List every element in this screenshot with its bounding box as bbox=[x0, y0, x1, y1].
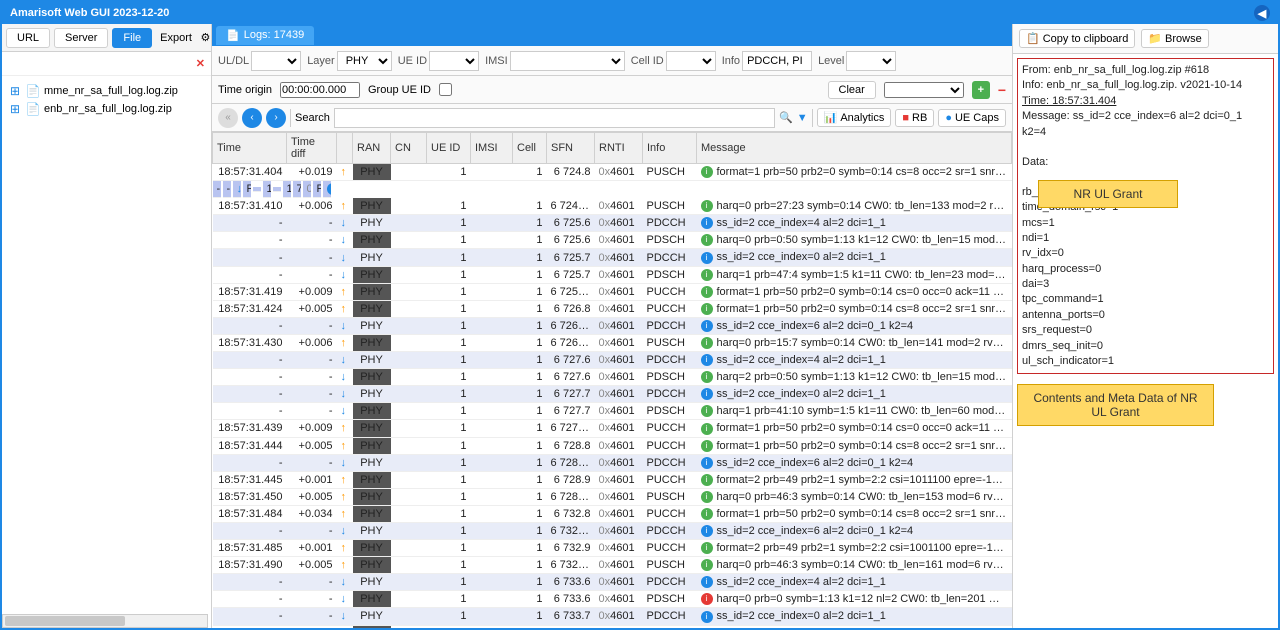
table-row[interactable]: 18:57:31.490+0.005↑PHY116 732.190x4601PU… bbox=[213, 557, 1012, 574]
table-row[interactable]: 18:57:31.485+0.001↑PHY116 732.90x4601PUC… bbox=[213, 540, 1012, 557]
collapse-left-icon[interactable]: ◀ bbox=[1254, 5, 1270, 21]
tab-file[interactable]: File bbox=[112, 28, 152, 48]
logs-tab[interactable]: 📄 Logs: 17439 bbox=[216, 26, 314, 45]
analytics-button[interactable]: 📊Analytics bbox=[817, 108, 892, 127]
column-header[interactable]: RNTI bbox=[595, 133, 643, 164]
file-icon: 📄 bbox=[26, 102, 40, 116]
tab-server[interactable]: Server bbox=[54, 28, 108, 48]
info-input[interactable] bbox=[742, 51, 812, 71]
browse-button[interactable]: 📁Browse bbox=[1141, 29, 1208, 48]
table-row[interactable]: --↓PHY116 733.60x4601PDSCHiharq=0 prb=0 … bbox=[213, 591, 1012, 608]
file-icon: 📄 bbox=[26, 84, 40, 98]
expand-icon: ⊞ bbox=[8, 102, 22, 116]
folder-icon: 📁 bbox=[1148, 32, 1162, 45]
clipboard-icon: 📋 bbox=[1026, 32, 1040, 45]
add-icon[interactable]: + bbox=[972, 81, 990, 99]
cellid-select[interactable] bbox=[666, 51, 716, 71]
table-row[interactable]: --↓PHY116 733.60x4601PDCCHiss_id=2 cce_i… bbox=[213, 574, 1012, 591]
export-button[interactable]: Export bbox=[152, 29, 200, 47]
tree-filter-input[interactable] bbox=[8, 58, 196, 70]
table-row[interactable]: 18:57:31.444+0.005↑PHY116 728.80x4601PUC… bbox=[213, 437, 1012, 454]
annotation-grant: NR UL Grant bbox=[1038, 180, 1178, 208]
column-header[interactable]: IMSI bbox=[471, 133, 513, 164]
nav-next-icon[interactable]: › bbox=[266, 108, 286, 128]
table-row[interactable]: 18:57:31.484+0.034↑PHY116 732.80x4601PUC… bbox=[213, 505, 1012, 522]
table-row[interactable]: --↓PHY116 732.150x4601PDCCHiss_id=2 cce_… bbox=[213, 522, 1012, 539]
expand-icon: ⊞ bbox=[8, 84, 22, 98]
uldl-select[interactable] bbox=[251, 51, 301, 71]
column-header[interactable]: Cell bbox=[513, 133, 547, 164]
table-row[interactable]: --↓PHY116 733.70x4601PDSCHiharq=1 prb=0 … bbox=[213, 625, 1012, 628]
table-row[interactable]: 18:57:31.404+0.019↑PHY116 724.80x4601PUS… bbox=[213, 164, 1012, 181]
table-row[interactable]: --↓PHY116 727.70x4601PDCCHiss_id=2 cce_i… bbox=[213, 386, 1012, 403]
column-header[interactable]: SFN bbox=[547, 133, 595, 164]
layer-select[interactable]: PHY bbox=[337, 51, 392, 71]
table-row[interactable]: --↓PHY116 727.60x4601PDSCHiharq=2 prb=0:… bbox=[213, 369, 1012, 386]
table-row[interactable]: 18:57:31.445+0.001↑PHY116 728.90x4601PUC… bbox=[213, 471, 1012, 488]
search-input[interactable] bbox=[334, 108, 775, 128]
column-header[interactable]: RAN bbox=[353, 133, 391, 164]
nav-prev-icon[interactable]: ‹ bbox=[242, 108, 262, 128]
column-header[interactable]: Time diff bbox=[287, 133, 337, 164]
table-row[interactable]: 18:57:31.410+0.006↑PHY116 724.190x4601PU… bbox=[213, 198, 1012, 215]
column-header[interactable]: Time bbox=[213, 133, 287, 164]
table-row[interactable]: --↓PHY116 725.70x4601PDSCHiharq=1 prb=47… bbox=[213, 266, 1012, 283]
clear-button[interactable]: Clear bbox=[828, 81, 876, 99]
tree-item[interactable]: ⊞📄mme_nr_sa_full_log.log.zip bbox=[8, 82, 205, 100]
level-select[interactable] bbox=[846, 51, 896, 71]
remove-icon[interactable]: − bbox=[998, 82, 1006, 98]
detail-panel: From: enb_nr_sa_full_log.log.zip #618 In… bbox=[1017, 58, 1274, 374]
column-header[interactable] bbox=[337, 133, 353, 164]
ueid-select[interactable] bbox=[429, 51, 479, 71]
table-row[interactable]: --↓PHY116 727.70x4601PDSCHiharq=1 prb=41… bbox=[213, 403, 1012, 420]
clear-select[interactable] bbox=[884, 82, 964, 98]
table-row[interactable]: --↓PHY116 727.60x4601PDCCHiss_id=2 cce_i… bbox=[213, 352, 1012, 369]
column-header[interactable]: Info bbox=[643, 133, 697, 164]
column-header[interactable]: Message bbox=[697, 133, 1012, 164]
table-row[interactable]: --↓PHY116 728.150x4601PDCCHiss_id=2 cce_… bbox=[213, 454, 1012, 471]
document-icon: 📄 bbox=[226, 29, 240, 42]
table-row[interactable]: 18:57:31.419+0.009↑PHY116 725.180x4601PU… bbox=[213, 283, 1012, 300]
groupue-checkbox[interactable] bbox=[439, 83, 452, 96]
table-row[interactable]: --↓PHY116 725.70x4601PDCCHiss_id=2 cce_i… bbox=[213, 249, 1012, 266]
copy-button[interactable]: 📋Copy to clipboard bbox=[1019, 29, 1135, 48]
timeorigin-input[interactable] bbox=[280, 82, 360, 98]
table-row[interactable]: 18:57:31.450+0.005↑PHY116 728.190x4601PU… bbox=[213, 488, 1012, 505]
table-row[interactable]: --↓PHY11724.150x4601PDCCHiss_id=2 cce_in… bbox=[213, 181, 287, 198]
table-row[interactable]: --↓PHY116 726.150x4601PDCCHiss_id=2 cce_… bbox=[213, 317, 1012, 334]
uecaps-button[interactable]: ●UE Caps bbox=[938, 109, 1006, 127]
gear-icon[interactable]: ⚙ bbox=[200, 31, 211, 44]
horizontal-scrollbar[interactable] bbox=[2, 614, 208, 628]
rb-button[interactable]: ■RB bbox=[895, 109, 934, 127]
column-header[interactable]: CN bbox=[391, 133, 427, 164]
table-row[interactable]: 18:57:31.424+0.005↑PHY116 726.80x4601PUC… bbox=[213, 300, 1012, 317]
table-row[interactable]: 18:57:31.439+0.009↑PHY116 727.180x4601PU… bbox=[213, 420, 1012, 437]
annotation-contents: Contents and Meta Data of NR UL Grant bbox=[1017, 384, 1214, 426]
find-next-icon[interactable]: ▼ bbox=[797, 112, 808, 124]
column-header[interactable]: UE ID bbox=[427, 133, 471, 164]
table-row[interactable]: --↓PHY116 733.70x4601PDCCHiss_id=2 cce_i… bbox=[213, 608, 1012, 625]
binoculars-icon[interactable]: 🔍 bbox=[779, 111, 793, 124]
table-row[interactable]: --↓PHY116 725.60x4601PDCCHiss_id=2 cce_i… bbox=[213, 215, 1012, 232]
logs-tab-label: Logs: 17439 bbox=[244, 29, 305, 41]
table-row[interactable]: 18:57:31.430+0.006↑PHY116 726.190x4601PU… bbox=[213, 334, 1012, 351]
tree-item[interactable]: ⊞📄enb_nr_sa_full_log.log.zip bbox=[8, 100, 205, 118]
imsi-select[interactable] bbox=[510, 51, 625, 71]
app-title: Amarisoft Web GUI 2023-12-20 bbox=[10, 7, 169, 19]
tab-url[interactable]: URL bbox=[6, 28, 50, 48]
clear-filter-icon[interactable]: ✕ bbox=[196, 57, 205, 70]
table-row[interactable]: --↓PHY116 725.60x4601PDSCHiharq=0 prb=0:… bbox=[213, 232, 1012, 249]
nav-first-icon[interactable]: « bbox=[218, 108, 238, 128]
